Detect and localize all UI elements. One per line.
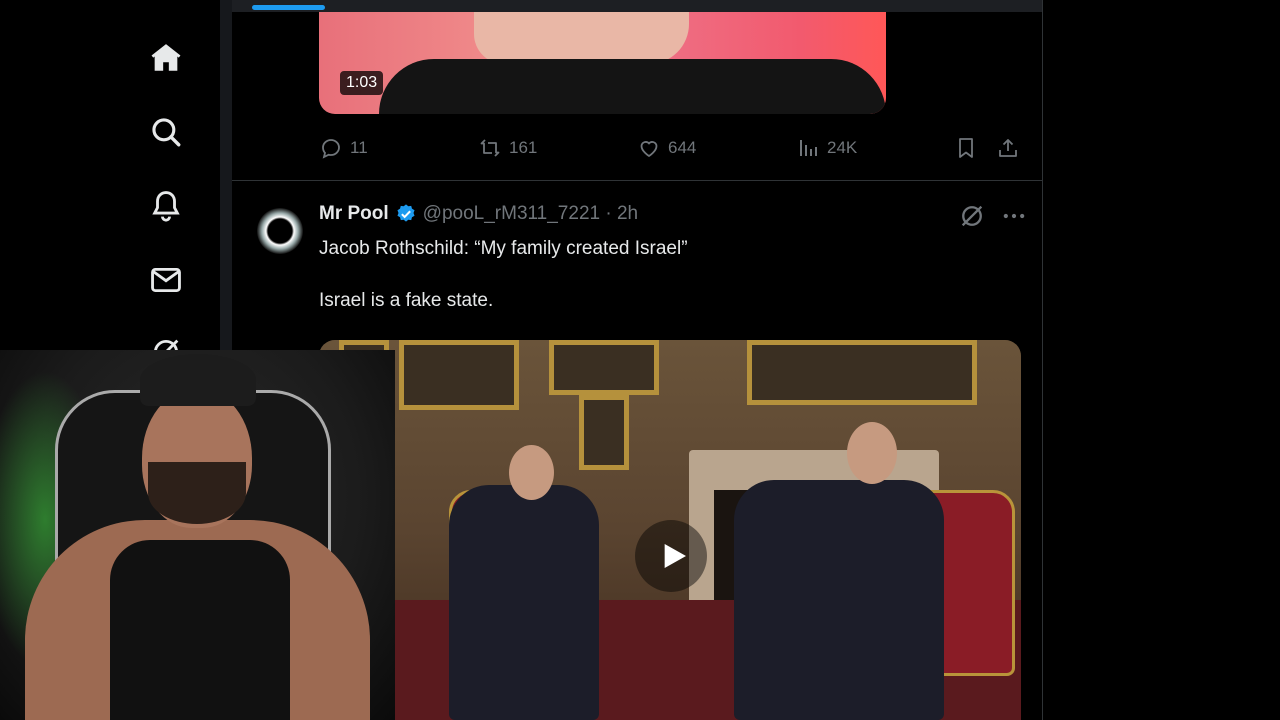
home-icon <box>151 44 181 71</box>
views-chart-icon <box>800 140 817 156</box>
reply-button[interactable]: 11 <box>319 136 368 160</box>
home-nav-button[interactable] <box>148 40 184 76</box>
like-count: 644 <box>668 138 697 157</box>
person-right <box>734 480 944 720</box>
previous-post-video[interactable]: 1:03 <box>319 12 886 114</box>
painting <box>549 340 659 395</box>
painting <box>747 340 977 405</box>
video-progress-track[interactable] <box>232 0 1042 12</box>
reply-count: 11 <box>350 138 368 157</box>
mail-icon <box>151 267 181 293</box>
verified-badge-icon <box>397 204 415 222</box>
webcam-person-beanie <box>140 354 256 406</box>
webcam-tank-top <box>110 540 290 720</box>
play-icon <box>664 544 686 568</box>
author-handle-time[interactable]: @pooL_rM311_7221 · 2h <box>423 203 638 225</box>
grok-icon[interactable] <box>958 202 986 230</box>
post-text: Jacob Rothschild: “My family created Isr… <box>319 238 688 311</box>
views-count: 24K <box>827 138 858 157</box>
search-icon <box>152 118 181 147</box>
person-left <box>449 485 599 720</box>
painting <box>579 395 629 470</box>
heart-icon <box>640 141 658 158</box>
webcam-person-beard <box>148 462 246 524</box>
post-video[interactable] <box>319 340 1021 720</box>
repost-icon <box>480 139 500 157</box>
video-duration-badge: 1:03 <box>340 71 384 95</box>
post-header: Mr Pool @pooL_rM311_7221 · 2h <box>319 203 638 225</box>
more-options-icon[interactable] <box>1000 202 1028 230</box>
share-button[interactable] <box>996 136 1020 160</box>
reply-icon <box>322 139 340 159</box>
author-name[interactable]: Mr Pool <box>319 203 389 225</box>
post-header-actions <box>958 202 1028 230</box>
author-avatar[interactable] <box>257 208 303 254</box>
play-button[interactable] <box>635 520 707 592</box>
post-divider <box>232 180 1042 181</box>
person-left-head <box>509 445 554 500</box>
bell-icon <box>152 191 180 222</box>
bookmark-icon <box>959 138 973 158</box>
explore-nav-button[interactable] <box>148 114 184 150</box>
right-column <box>1043 0 1280 720</box>
video-frame-shadow <box>379 59 886 114</box>
repost-button[interactable]: 161 <box>478 136 537 160</box>
webcam-overlay <box>0 350 395 720</box>
notifications-nav-button[interactable] <box>148 188 184 224</box>
share-icon <box>999 139 1017 157</box>
video-frame-hand <box>474 12 689 64</box>
person-right-head <box>847 422 897 484</box>
like-button[interactable]: 644 <box>637 136 696 160</box>
video-progress-fill <box>252 5 325 10</box>
bookmark-button[interactable] <box>954 136 978 160</box>
painting <box>399 340 519 410</box>
repost-count: 161 <box>509 138 538 157</box>
views-button[interactable]: 24K <box>796 136 857 160</box>
messages-nav-button[interactable] <box>148 262 184 298</box>
